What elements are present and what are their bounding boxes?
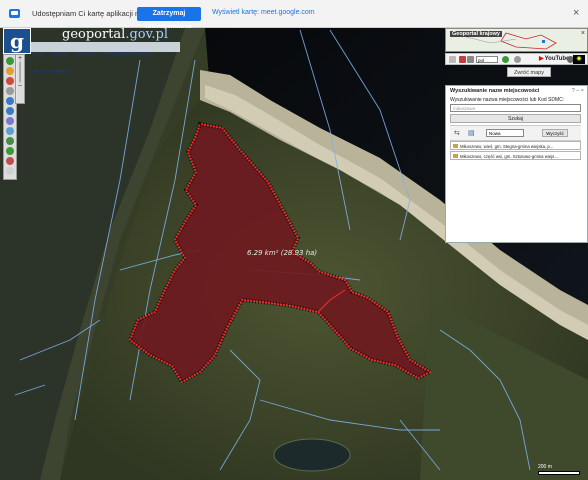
panel-window-controls[interactable]: ? – × xyxy=(572,88,584,94)
user-icon[interactable] xyxy=(467,56,474,63)
bookmark-icon[interactable] xyxy=(6,157,14,165)
search-label: Wyszukiwanie nazwa miejscowości lub Kod … xyxy=(450,97,565,103)
site-domain: .gov.pl xyxy=(125,27,169,42)
search-button[interactable]: Szukaj xyxy=(450,114,581,123)
gps-icon[interactable] xyxy=(6,147,14,155)
list-item[interactable]: Mikoszewo, część wsi, gm. Sztutowo-gmina… xyxy=(450,151,581,160)
globe-icon[interactable] xyxy=(6,127,14,135)
area-measurement-label: 6.29 km² (28.93 ha) xyxy=(247,249,318,257)
results-toolbar: ⇆ ▤ Nowa Wyczyść xyxy=(450,125,581,141)
screen-share-bar: Udostępniam Ci kartę aplikacji meet.goog… xyxy=(0,0,588,31)
help-icon[interactable] xyxy=(514,56,521,63)
utility-toolbar: pol YouTube ◉ xyxy=(445,53,588,65)
info-tool-icon[interactable] xyxy=(6,57,14,65)
overview-map[interactable]: Geoportal krajowy × xyxy=(445,28,588,52)
stop-sharing-button[interactable]: Zatrzymaj udostępnianie xyxy=(137,7,201,31)
contrast-eye-icon[interactable]: ◉ xyxy=(573,55,585,64)
filter-icon[interactable]: ▤ xyxy=(468,129,475,137)
panel-title: Wyszukiwanie nazw miejscowości xyxy=(450,88,540,94)
print-icon[interactable] xyxy=(6,117,14,125)
overview-map-label: Geoportal krajowy xyxy=(450,31,502,37)
menu-item-dane[interactable]: POSIADANE DANYCH xyxy=(104,50,154,60)
map-scale: 200 m xyxy=(538,464,580,475)
youtube-link[interactable]: YouTube xyxy=(539,55,570,62)
site-title: geoportal.gov.pl xyxy=(62,27,168,42)
zoom-to-result-icon[interactable]: ⇆ xyxy=(454,129,460,137)
close-map-button[interactable]: Zwróć mapy xyxy=(507,67,551,77)
place-search-input[interactable]: mikoszewo xyxy=(450,104,581,112)
flag-icon[interactable] xyxy=(459,56,466,63)
result-mode-select[interactable]: Nowa xyxy=(486,129,524,137)
scale-bar xyxy=(538,471,580,475)
geoportal-logo[interactable]: g xyxy=(3,28,31,54)
site-name: geoportal xyxy=(62,27,126,42)
place-search-panel: Wyszukiwanie nazw miejscowości ? – × Wys… xyxy=(445,85,588,243)
zoom-slider[interactable]: + | | | − xyxy=(15,54,25,104)
clear-button[interactable]: Wyczyść xyxy=(542,129,568,137)
menu-item-wyszukiwania[interactable]: WYSZUKIWANIA xyxy=(33,68,71,78)
screen-share-icon xyxy=(9,9,20,18)
hand-tool-icon[interactable] xyxy=(6,67,14,75)
settings-icon[interactable] xyxy=(6,167,14,175)
close-icon[interactable]: × xyxy=(573,7,579,19)
menu-item-widok[interactable]: WIDOK xyxy=(51,50,68,60)
main-menu: PLIK WIDOK ANALIZY POSIADANE DANYCH WYSZ… xyxy=(30,42,180,75)
overview-close-icon[interactable]: × xyxy=(581,30,585,37)
network-icon[interactable] xyxy=(502,56,509,63)
list-item[interactable]: Mikoszewo, wieś, gm. Stegna-gmina wiejsk… xyxy=(450,141,581,150)
measure-area-icon[interactable] xyxy=(6,107,14,115)
language-select[interactable]: pol xyxy=(476,56,498,63)
window-icon[interactable] xyxy=(449,56,456,63)
pond xyxy=(273,438,351,472)
show-tab-link[interactable]: Wyświetl kartę: meet.google.com xyxy=(212,9,315,16)
zoom-in-tool-icon[interactable] xyxy=(6,77,14,85)
layers-icon[interactable] xyxy=(6,137,14,145)
scale-label: 200 m xyxy=(538,464,552,470)
menu-item-analizy[interactable]: ANALIZY xyxy=(75,50,96,60)
measure-distance-icon[interactable] xyxy=(6,97,14,105)
zoom-out-tool-icon[interactable] xyxy=(6,87,14,95)
menu-item-plik[interactable]: PLIK xyxy=(33,50,44,60)
